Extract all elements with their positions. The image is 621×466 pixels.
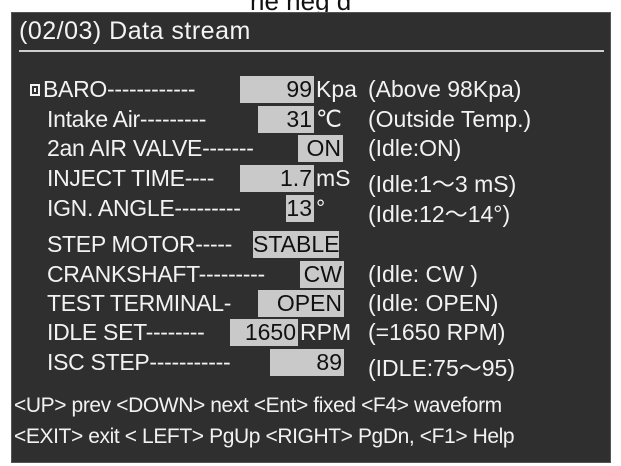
list-item-idle-set[interactable]: IDLE SET-------- 1650 RPM (=1650 RPM)	[12, 318, 610, 348]
list-item-ign-angle[interactable]: IGN. ANGLE--------- 13 ° (Idle:12～14°)	[12, 194, 610, 227]
scanner-screen: (02/03) Data stream BARO------------ 99 …	[11, 12, 611, 463]
top-cropped-text-content: ne neg d	[250, 0, 351, 12]
row-value: ON	[298, 135, 343, 162]
row-unit: ℃	[316, 106, 342, 132]
row-value: 13	[286, 195, 314, 222]
row-hint: (Idle: OPEN)	[368, 290, 499, 316]
row-label: IGN. ANGLE---------	[47, 195, 241, 221]
list-item-isc-step[interactable]: ISC STEP----------- 89 (IDLE:75～95)	[12, 348, 610, 381]
row-label: INJECT TIME----	[47, 165, 215, 191]
row-hint: (=1650 RPM)	[368, 319, 506, 345]
row-label: TEST TERMINAL-	[47, 290, 232, 316]
row-value: OPEN	[258, 290, 344, 317]
row-label: ISC STEP-----------	[47, 349, 231, 375]
key-help-line-1: <UP> prev <DOWN> next <Ent> fixed <F4> w…	[14, 394, 502, 417]
list-item-crankshaft[interactable]: CRANKSHAFT--------- CW (Idle: CW )	[12, 260, 610, 290]
row-hint: (IDLE:75～95)	[368, 355, 516, 381]
row-label: IDLE SET--------	[47, 319, 205, 345]
row-label: CRANKSHAFT---------	[47, 261, 265, 287]
row-unit: mS	[316, 165, 351, 191]
list-item-air-valve[interactable]: 2an AIR VALVE------- ON (Idle:ON)	[12, 134, 610, 164]
row-hint: (Idle:ON)	[368, 135, 462, 161]
row-hint: (Idle: CW )	[368, 261, 478, 287]
row-value: CW	[300, 261, 344, 288]
row-hint: (Outside Temp.)	[368, 106, 532, 132]
row-value: 1.7	[240, 165, 314, 192]
list-item-test-terminal[interactable]: TEST TERMINAL- OPEN (Idle: OPEN)	[12, 289, 610, 319]
row-label: 2an AIR VALVE-------	[47, 135, 254, 161]
top-cropped-text: ne neg d	[0, 0, 621, 12]
row-unit: Kpa	[316, 76, 357, 102]
row-unit: °	[316, 195, 326, 221]
list-item-step-motor[interactable]: STEP MOTOR----- STABLE	[12, 230, 610, 260]
row-value: STABLE	[253, 231, 340, 258]
key-help-line-2: <EXIT> exit < LEFT> PgUp <RIGHT> PgDn, <…	[14, 425, 515, 448]
selected-row-icon	[30, 84, 40, 96]
row-label: BARO------------	[30, 76, 196, 103]
row-value: 99	[240, 76, 314, 103]
row-value: 1650	[230, 319, 298, 346]
row-hint: (Idle:12～14°)	[368, 201, 511, 227]
row-value: 31	[258, 106, 314, 133]
row-unit: RPM	[300, 319, 352, 345]
row-label: Intake Air---------	[47, 106, 207, 132]
row-hint: (Above 98Kpa)	[368, 76, 522, 102]
list-item-inject-time[interactable]: INJECT TIME---- 1.7 mS (Idle:1～3 mS)	[12, 164, 610, 197]
row-label: STEP MOTOR-----	[47, 231, 233, 257]
row-value: 89	[270, 349, 344, 376]
list-item-baro[interactable]: BARO------------ 99 Kpa (Above 98Kpa)	[12, 75, 610, 105]
list-item-intake-air[interactable]: Intake Air--------- 31 ℃ (Outside Temp.)	[12, 105, 610, 135]
